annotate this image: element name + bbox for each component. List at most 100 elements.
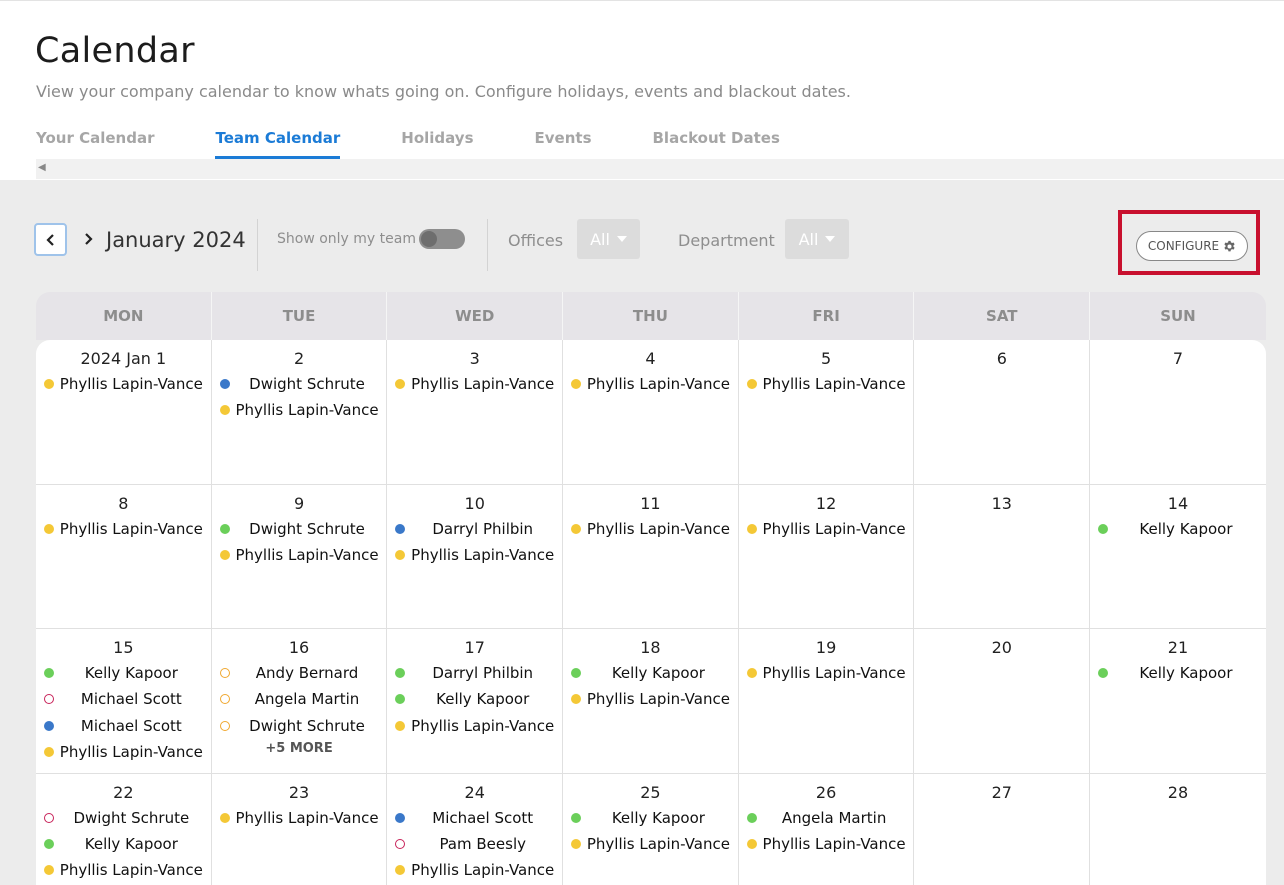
tab-events[interactable]: Events <box>535 127 592 159</box>
calendar-entry[interactable]: Phyllis Lapin-Vance <box>387 375 562 401</box>
status-dot-icon <box>219 720 230 731</box>
calendar-entry[interactable]: Darryl Philbin <box>387 520 562 546</box>
calendar-entry[interactable]: Phyllis Lapin-Vance <box>739 375 914 401</box>
day-number: 27 <box>991 782 1012 802</box>
more-entries-link[interactable]: +5 MORE <box>212 741 387 756</box>
calendar-entry[interactable]: Michael Scott <box>36 717 211 743</box>
status-dot-icon <box>44 746 54 757</box>
calendar-entry[interactable]: Angela Martin <box>212 690 387 716</box>
calendar-entry[interactable]: Kelly Kapoor <box>36 835 211 861</box>
calendar-entry[interactable]: Phyllis Lapin-Vance <box>212 809 387 835</box>
previous-month-button[interactable] <box>34 223 67 256</box>
day-cell[interactable]: 25 Kelly Kapoor Phyllis Lapin-Vance <box>563 773 739 885</box>
team-calendar: MON TUE WED THU FRI SAT SUN 2024 Jan 1 Phyllis … <box>36 292 1266 885</box>
configure-button[interactable]: CONFIGURE <box>1136 231 1248 261</box>
day-cell[interactable]: 4 Phyllis Lapin-Vance <box>563 340 739 484</box>
day-cell[interactable]: 7 <box>1090 340 1266 484</box>
tab-team-calendar[interactable]: Team Calendar <box>215 127 341 159</box>
calendar-entry[interactable]: Phyllis Lapin-Vance <box>563 375 738 401</box>
day-number: 15 <box>113 638 134 657</box>
calendar-entry[interactable]: Phyllis Lapin-Vance <box>387 546 562 572</box>
day-cell[interactable]: 2 Dwight Schrute Phyllis Lapin-Vance <box>212 340 388 484</box>
entry-name: Andy Bernard <box>255 664 359 682</box>
day-cell[interactable]: 18 Kelly Kapoor Phyllis Lapin-Vance <box>563 629 739 773</box>
day-cell[interactable]: 8 Phyllis Lapin-Vance <box>36 484 212 628</box>
next-month-button[interactable] <box>78 227 98 251</box>
calendar-entry[interactable]: Dwight Schrute <box>212 717 387 743</box>
day-cell[interactable]: 20 <box>914 629 1091 773</box>
tab-blackout-dates[interactable]: Blackout Dates <box>653 127 780 159</box>
calendar-entry[interactable]: Phyllis Lapin-Vance <box>36 861 211 885</box>
calendar-entry[interactable]: Kelly Kapoor <box>563 664 738 690</box>
day-cell[interactable]: 22 Dwight Schrute Kelly Kapoor Phyllis Lapi… <box>36 773 212 885</box>
day-cell[interactable]: 10 Darryl Philbin Phyllis Lapin-Vance <box>387 484 564 628</box>
calendar-entry[interactable]: Kelly Kapoor <box>387 690 562 716</box>
calendar-entry[interactable]: Phyllis Lapin-Vance <box>739 664 914 690</box>
day-cell[interactable]: 23 Phyllis Lapin-Vance <box>212 773 388 885</box>
day-cell[interactable]: 5 Phyllis Lapin-Vance <box>739 340 915 484</box>
calendar-entry[interactable]: Dwight Schrute <box>212 520 387 546</box>
day-cell[interactable]: 26 Angela Martin Phyllis Lapin-Vance <box>739 773 915 885</box>
calendar-entry[interactable]: Kelly Kapoor <box>1090 664 1266 690</box>
day-number: 18 <box>640 638 661 657</box>
calendar-entry[interactable]: Dwight Schrute <box>36 809 211 835</box>
entry-name: Phyllis Lapin-Vance <box>586 375 730 393</box>
day-cell[interactable]: 21 Kelly Kapoor <box>1090 629 1266 773</box>
calendar-entry[interactable]: Kelly Kapoor <box>1090 520 1266 546</box>
calendar-entry[interactable]: Michael Scott <box>387 809 562 835</box>
calendar-entry[interactable]: Phyllis Lapin-Vance <box>739 835 914 861</box>
calendar-entry[interactable]: Darryl Philbin <box>387 664 562 690</box>
calendar-entry[interactable]: Phyllis Lapin-Vance <box>212 546 387 572</box>
calendar-entry[interactable]: Pam Beesly <box>387 835 562 861</box>
day-cell[interactable]: 11 Phyllis Lapin-Vance <box>563 484 739 628</box>
day-cell[interactable]: 14 Kelly Kapoor <box>1090 485 1266 629</box>
day-cell[interactable]: 24 Michael Scott Pam Beesly Phyllis Lapin-V… <box>387 773 564 885</box>
day-cell[interactable]: 9 Dwight Schrute Phyllis Lapin-Vance <box>212 484 388 628</box>
calendar-entry[interactable]: Michael Scott <box>36 690 211 716</box>
calendar-entry[interactable]: Phyllis Lapin-Vance <box>387 861 562 885</box>
calendar-entry[interactable]: Phyllis Lapin-Vance <box>36 743 211 769</box>
calendar-entry[interactable]: Phyllis Lapin-Vance <box>36 520 211 546</box>
calendar-entry[interactable]: Phyllis Lapin-Vance <box>563 690 738 716</box>
day-cell[interactable]: 6 <box>914 340 1091 484</box>
calendar-entry[interactable]: Andy Bernard <box>212 664 387 690</box>
tab-your-calendar[interactable]: Your Calendar <box>36 127 154 159</box>
day-cell[interactable]: 12 Phyllis Lapin-Vance <box>739 484 915 628</box>
calendar-toolbar: January 2024 Show only my team Offices A… <box>0 205 1284 275</box>
offices-value: All <box>590 229 610 249</box>
department-value: All <box>798 229 819 249</box>
entry-name: Phyllis Lapin-Vance <box>59 742 203 761</box>
day-cell[interactable]: 2024 Jan 1 Phyllis Lapin-Vance <box>36 340 212 484</box>
weekday-sun: SUN <box>1160 307 1196 325</box>
day-cell[interactable]: 28 <box>1090 774 1266 885</box>
day-cell[interactable]: 27 <box>914 773 1091 885</box>
show-team-toggle[interactable] <box>419 229 465 249</box>
calendar-entry[interactable]: Phyllis Lapin-Vance <box>212 401 387 427</box>
day-cell[interactable]: 16 Andy Bernard Angela Martin Dwight Schrut… <box>212 629 388 773</box>
entry-name: Phyllis Lapin-Vance <box>235 808 379 827</box>
day-entries: Phyllis Lapin-Vance <box>739 375 914 401</box>
department-dropdown[interactable]: All <box>785 219 849 259</box>
calendar-entry[interactable]: Angela Martin <box>739 809 914 835</box>
scroll-left-icon[interactable]: ◀ <box>38 162 46 173</box>
day-cell[interactable]: 3 Phyllis Lapin-Vance <box>387 340 564 484</box>
calendar-entry[interactable]: Phyllis Lapin-Vance <box>739 520 914 546</box>
status-dot-icon <box>219 668 230 678</box>
calendar-entry[interactable]: Phyllis Lapin-Vance <box>563 835 738 861</box>
day-cell[interactable]: 17 Darryl Philbin Kelly Kapoor Phyllis Lapi… <box>387 629 564 773</box>
day-cell[interactable]: 15 Kelly Kapoor Michael Scott Michael Scott… <box>36 629 212 773</box>
day-cell[interactable]: 13 <box>914 484 1091 628</box>
tab-holidays[interactable]: Holidays <box>401 127 473 159</box>
calendar-entry[interactable]: Kelly Kapoor <box>563 809 738 835</box>
page-subtitle: View your company calendar to know whats… <box>36 82 851 101</box>
tab-scrollbar[interactable]: ◀ <box>36 159 1284 179</box>
calendar-entry[interactable]: Kelly Kapoor <box>36 664 211 690</box>
calendar-entry[interactable]: Phyllis Lapin-Vance <box>36 375 211 401</box>
offices-dropdown[interactable]: All <box>577 219 640 259</box>
day-entries: Darryl Philbin Phyllis Lapin-Vance <box>387 520 562 573</box>
day-cell[interactable]: 19 Phyllis Lapin-Vance <box>739 629 915 773</box>
calendar-entry[interactable]: Phyllis Lapin-Vance <box>387 717 562 743</box>
status-dot-icon <box>571 379 582 389</box>
calendar-entry[interactable]: Dwight Schrute <box>212 375 387 401</box>
calendar-entry[interactable]: Phyllis Lapin-Vance <box>563 520 738 546</box>
